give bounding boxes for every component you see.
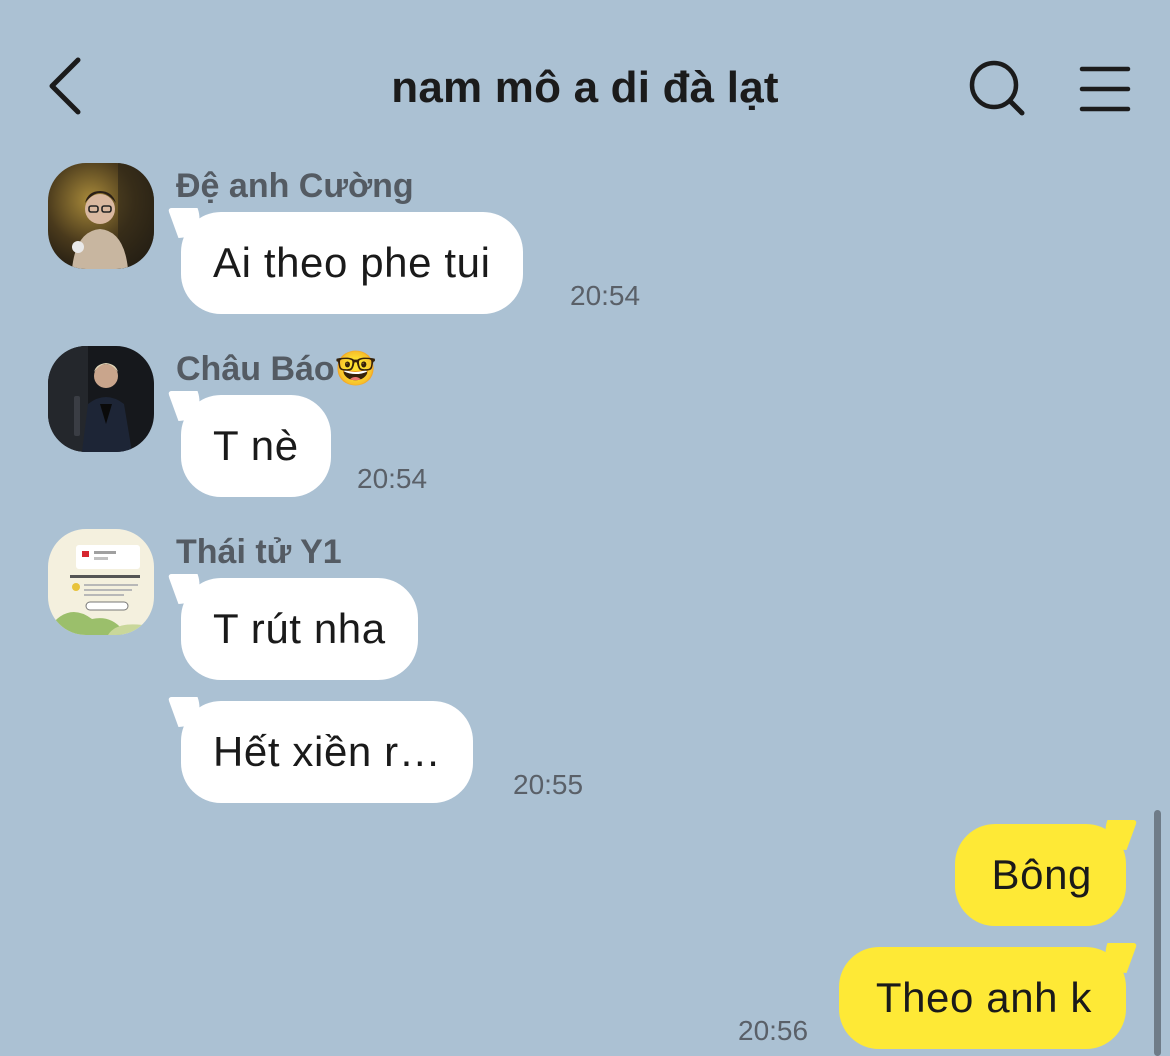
message-timestamp: 20:56	[738, 1015, 809, 1046]
message-timestamp: 20:55	[513, 769, 584, 800]
message-text: Ai theo phe tui	[213, 239, 491, 286]
nerd-face-emoji-icon: 🤓	[334, 350, 378, 388]
avatar[interactable]	[48, 346, 154, 452]
search-icon	[969, 60, 1025, 116]
message-bubble[interactable]: Bông	[954, 824, 1126, 926]
avatar[interactable]	[48, 529, 154, 635]
message-timestamp: 20:54	[570, 280, 641, 311]
message-text: T rút nha	[213, 605, 386, 652]
message-text: Hết xiền r…	[213, 728, 442, 775]
message-bubble[interactable]: Hết xiền r…	[181, 701, 474, 803]
back-button[interactable]	[40, 54, 96, 118]
sender-name: Châu Báo🤓	[176, 349, 377, 389]
scrollbar[interactable]	[1154, 810, 1161, 1056]
message-timestamp: 20:54	[357, 463, 428, 494]
hamburger-menu-icon	[1079, 66, 1131, 112]
message-text: T nè	[213, 422, 299, 469]
message-bubble[interactable]: T rút nha	[181, 578, 418, 680]
avatar[interactable]	[48, 163, 154, 269]
sender-name: Thái tử Y1	[176, 533, 342, 571]
menu-button[interactable]	[1072, 58, 1138, 120]
message-text: Theo anh k	[875, 974, 1092, 1021]
sender-name-text: Châu Báo	[176, 350, 335, 388]
message-text: Bông	[991, 851, 1092, 898]
message-bubble[interactable]: Theo anh k	[838, 947, 1126, 1049]
sender-name: Đệ anh Cường	[176, 167, 414, 205]
message-bubble[interactable]: Ai theo phe tui	[181, 212, 523, 314]
message-bubble[interactable]: T nè	[181, 395, 331, 497]
chevron-left-icon	[49, 57, 81, 115]
search-button[interactable]	[962, 56, 1032, 122]
